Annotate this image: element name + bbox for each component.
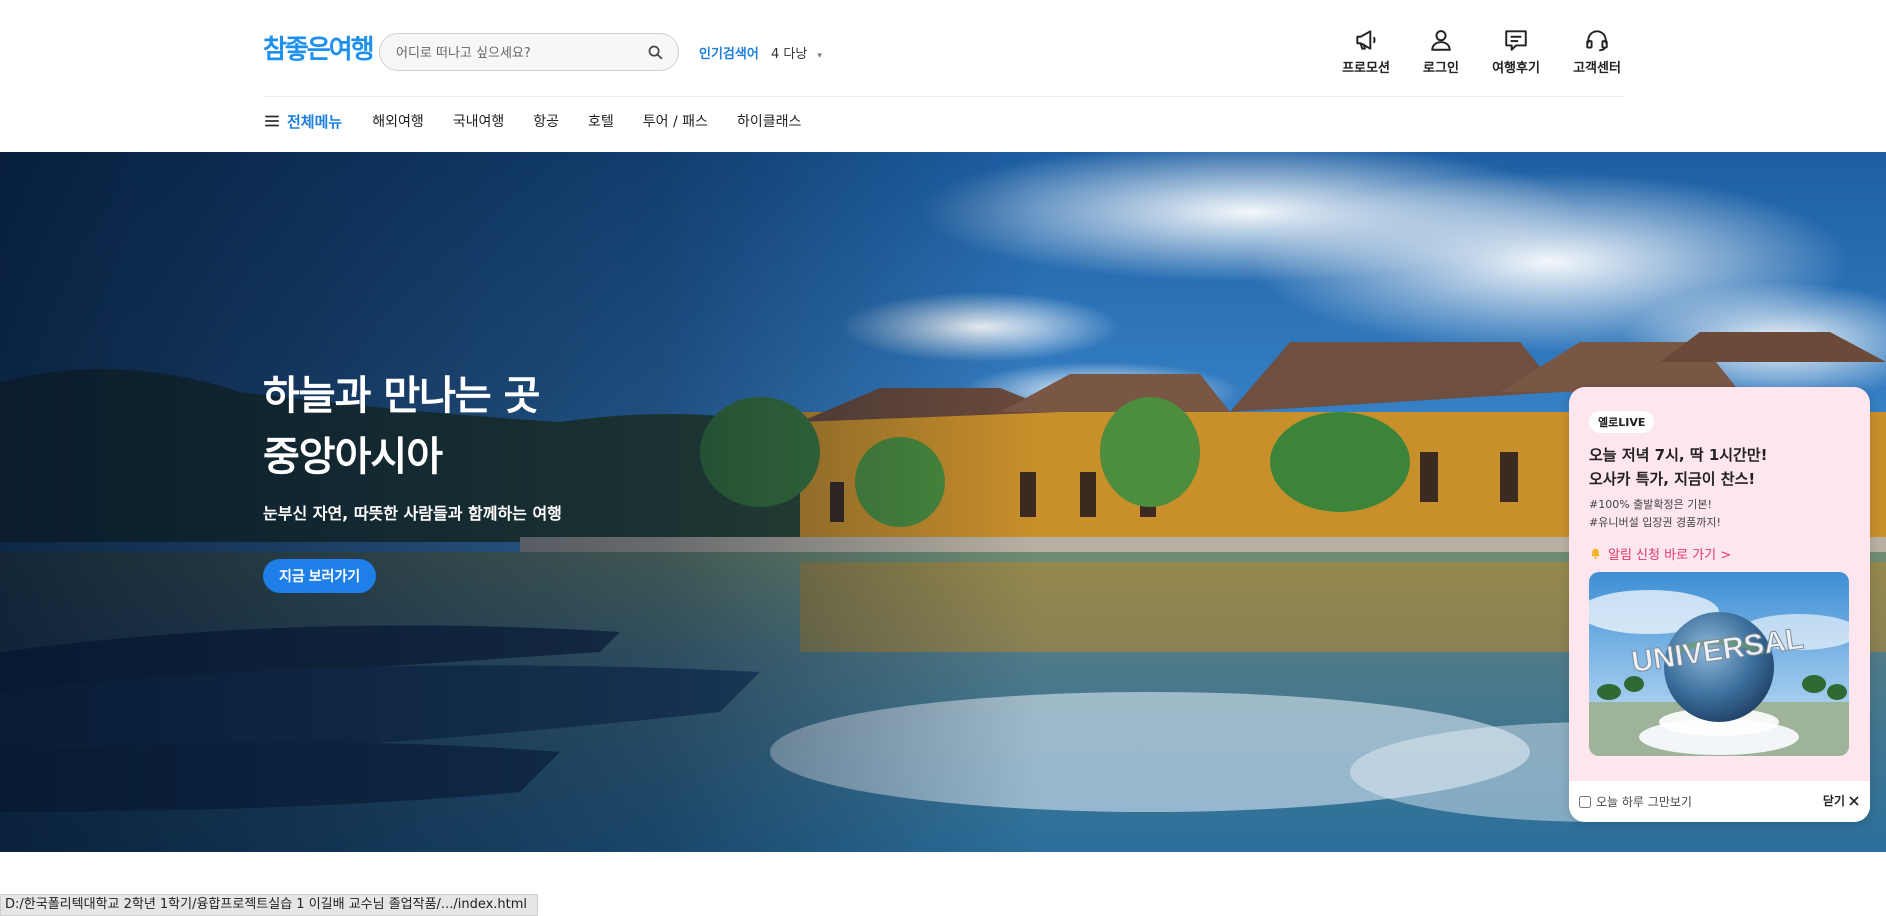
popup-tags: #100% 출발확정은 기본! #유니버설 입장권 경품까지! (1589, 496, 1721, 532)
header-divider (263, 96, 1624, 97)
notify-signup-link[interactable]: 알림 신청 바로 가기 > (1589, 544, 1731, 563)
dont-show-today-input[interactable] (1579, 795, 1591, 808)
hamburger-icon (265, 115, 279, 127)
notify-signup-label: 알림 신청 바로 가기 > (1608, 548, 1732, 563)
live-badge: 옐로LIVE (1589, 411, 1655, 433)
user-icon (1431, 30, 1451, 51)
all-menu-label: 전체메뉴 (287, 112, 343, 131)
popular-keyword-item[interactable]: 4 다낭 (771, 47, 807, 62)
site-logo[interactable]: 참좋은여행 (263, 29, 375, 66)
promotion-label: 프로모션 (1342, 61, 1390, 76)
hero-title-line1: 하늘과 만나는 곳 (263, 373, 540, 419)
popup-tag: #100% 출발확정은 기본! (1589, 498, 1712, 511)
dont-show-today-checkbox[interactable]: 오늘 하루 그만보기 (1579, 793, 1692, 810)
hero-subtitle: 눈부신 자연, 따뜻한 사람들과 함께하는 여행 (263, 504, 562, 523)
site-header: 참좋은여행 인기검색어 4 다낭 ▾ 프로모션 로그인 (0, 0, 1886, 152)
login-button[interactable]: 로그인 (1401, 27, 1481, 76)
popular-label: 인기검색어 (699, 47, 759, 62)
all-menu-button[interactable]: 전체메뉴 (263, 111, 342, 132)
megaphone-icon (1356, 30, 1376, 50)
search-icon[interactable] (647, 44, 664, 61)
review-label: 여행후기 (1492, 61, 1540, 76)
popular-keywords[interactable]: 인기검색어 4 다낭 ▾ (699, 43, 822, 62)
popup-footer: 오늘 하루 그만보기 닫기 (1569, 781, 1870, 822)
nav-item-tour-pass[interactable]: 투어 / 패스 (643, 111, 708, 131)
search-box (379, 33, 679, 71)
popup-title-line1: 오늘 저녁 7시, 딱 1시간만! (1589, 446, 1768, 464)
popup-close-button[interactable]: 닫기 (1823, 792, 1860, 809)
main-nav: 전체메뉴 해외여행 국내여행 항공 호텔 투어 / 패스 하이클래스 (263, 108, 830, 134)
universal-globe-image[interactable]: UNIVERSAL (1589, 572, 1849, 756)
chat-bubble-icon (1505, 30, 1527, 51)
header-inner: 참좋은여행 인기검색어 4 다낭 ▾ 프로모션 로그인 (263, 0, 1624, 152)
view-now-button[interactable]: 지금 보러가기 (263, 559, 377, 593)
bell-icon (1591, 548, 1600, 559)
customer-center-label: 고객센터 (1573, 61, 1621, 76)
customer-center-button[interactable]: 고객센터 (1557, 27, 1637, 76)
promotion-button[interactable]: 프로모션 (1326, 27, 1406, 76)
promo-popup: 옐로LIVE 오늘 저녁 7시, 딱 1시간만! 오사카 특가, 지금이 찬스!… (1569, 387, 1870, 822)
close-label: 닫기 (1822, 794, 1845, 808)
chevron-down-icon[interactable]: ▾ (817, 51, 822, 61)
search-input[interactable] (396, 42, 636, 64)
hero-title-line2: 중앙아시아 (263, 434, 443, 480)
nav-item-domestic[interactable]: 국내여행 (453, 111, 505, 131)
login-label: 로그인 (1423, 61, 1459, 76)
dont-show-today-label: 오늘 하루 그만보기 (1596, 795, 1692, 809)
universal-globe-illustration: UNIVERSAL (1589, 572, 1849, 756)
hero-title: 하늘과 만나는 곳 중앙아시아 (263, 366, 540, 488)
nav-item-hotel[interactable]: 호텔 (588, 111, 614, 131)
popup-title: 오늘 저녁 7시, 딱 1시간만! 오사카 특가, 지금이 찬스! (1589, 443, 1768, 491)
close-icon (1849, 795, 1859, 806)
popup-title-line2: 오사카 특가, 지금이 찬스! (1589, 470, 1756, 488)
review-button[interactable]: 여행후기 (1476, 27, 1556, 76)
headset-icon (1586, 30, 1608, 52)
nav-item-high-class[interactable]: 하이클래스 (737, 111, 801, 131)
browser-status-bar: D:/한국폴리텍대학교 2학년 1학기/융합프로젝트실습 1 이길배 교수님 졸… (0, 894, 539, 916)
nav-item-flight[interactable]: 항공 (533, 111, 559, 131)
popup-tag: #유니버설 입장권 경품까지! (1589, 516, 1721, 529)
nav-item-overseas[interactable]: 해외여행 (372, 111, 424, 131)
